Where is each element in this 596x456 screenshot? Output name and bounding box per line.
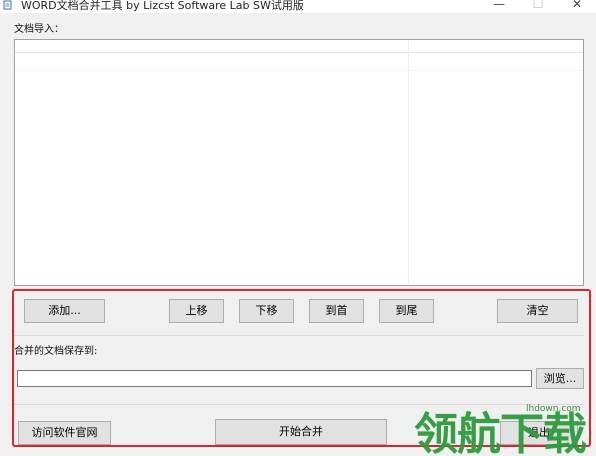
- close-button[interactable]: ✕: [555, 0, 596, 11]
- start-merge-button[interactable]: 开始合并: [215, 419, 387, 445]
- app-icon: [3, 0, 12, 10]
- browse-button[interactable]: 浏览...: [536, 368, 584, 389]
- move-down-button[interactable]: 下移: [239, 299, 294, 323]
- maximize-button[interactable]: ☐: [516, 0, 560, 11]
- to-bottom-button[interactable]: 到尾: [379, 299, 434, 323]
- window-title: WORD文档合并工具 by Lizcst Software Lab SW试用版: [21, 0, 304, 12]
- app-window: WORD文档合并工具 by Lizcst Software Lab SW试用版 …: [0, 0, 596, 456]
- column-divider[interactable]: [408, 40, 409, 285]
- move-up-button[interactable]: 上移: [169, 299, 224, 323]
- list-row: [15, 70, 583, 71]
- watermark-site: lhdown.com: [526, 404, 581, 414]
- add-button[interactable]: 添加...: [24, 299, 105, 323]
- save-path-label: 合并的文档保存到:: [14, 346, 98, 357]
- save-path-input[interactable]: [17, 370, 532, 387]
- import-label: 文档导入：: [14, 24, 64, 35]
- to-top-button[interactable]: 到首: [309, 299, 364, 323]
- visit-website-button[interactable]: 访问软件官网: [18, 421, 111, 445]
- separator: [12, 335, 584, 336]
- watermark-logo: 领航下载 lhdown.com: [414, 400, 596, 456]
- title-bar: WORD文档合并工具 by Lizcst Software Lab SW试用版 …: [0, 0, 596, 13]
- minimize-button[interactable]: —: [477, 0, 521, 11]
- list-header: [15, 40, 583, 53]
- clear-button[interactable]: 清空: [497, 299, 578, 323]
- document-list[interactable]: [14, 39, 584, 286]
